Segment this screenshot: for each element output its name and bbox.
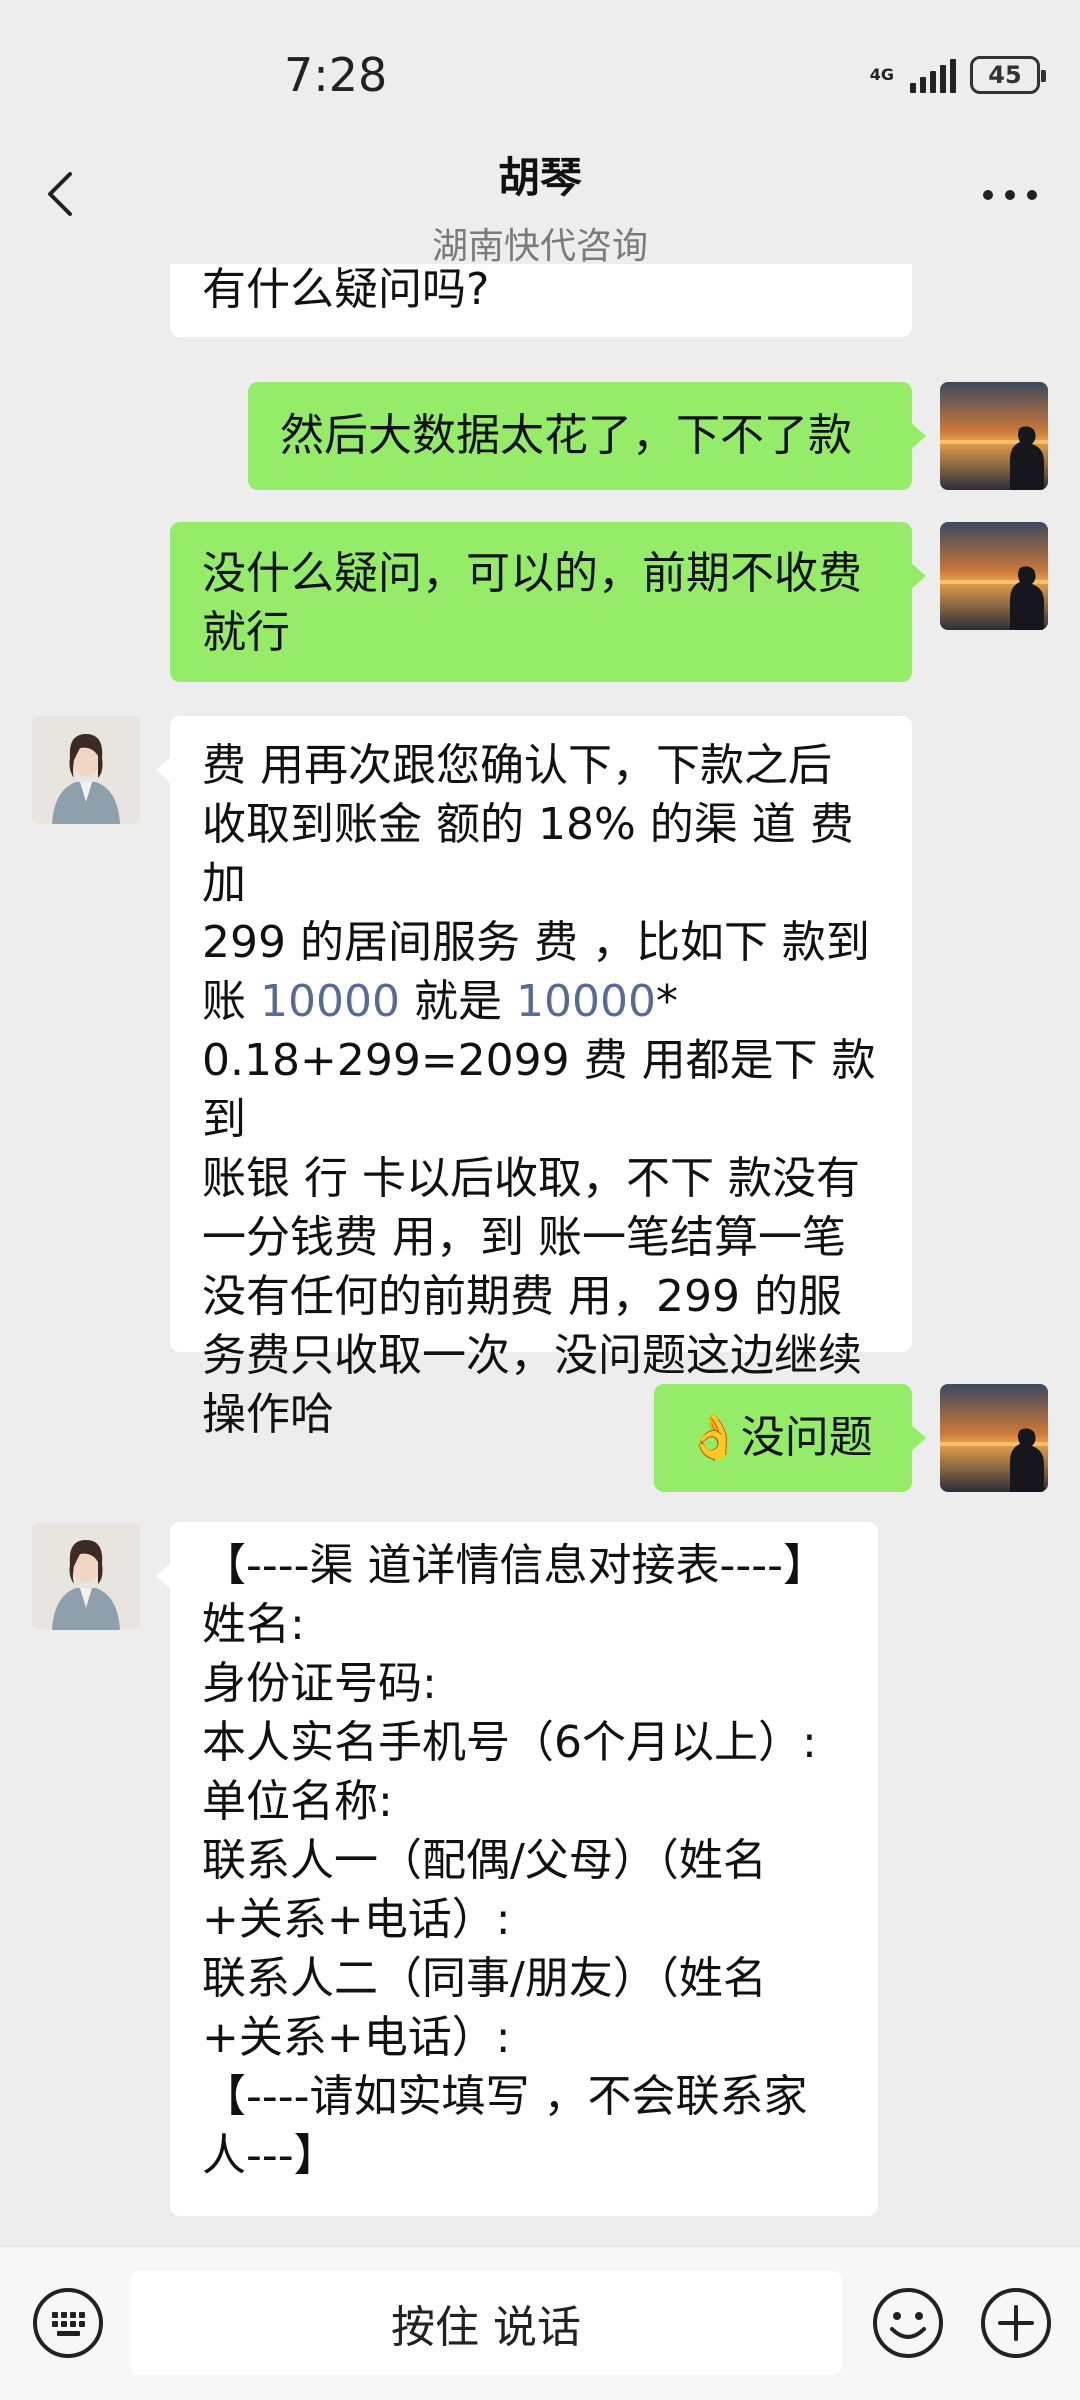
woman-portrait-image (32, 1522, 140, 1630)
woman-portrait-image (32, 716, 140, 824)
message-text-with-links: 账 10000 就是 10000* (202, 976, 678, 1027)
title-wrap: 胡琴 湖南快代咨询 (0, 144, 1080, 269)
message-bubble-incoming[interactable]: 【----渠 道详情信息对接表----】 姓名: 身份证号码: 本人实名手机号（… (156, 1522, 878, 2216)
message-text: 本人实名手机号（6个月以上）: (202, 1717, 817, 1768)
message-text: 就行 (202, 607, 290, 658)
message-text: 【----请如实填写 ，不会联系家 (202, 2071, 808, 2122)
number-link[interactable]: 10000 (260, 976, 400, 1027)
input-bar: 按住 说话 (0, 2246, 1080, 2400)
sunset-silhouette-image (940, 522, 1048, 630)
signal-icon (910, 57, 956, 93)
chat-header: 胡琴 湖南快代咨询 (0, 130, 1080, 267)
message-text: 一分钱费 用，到 账一笔结算一笔 (202, 1212, 846, 1263)
message-text: 没有任何的前期费 用，299 的服 (202, 1271, 842, 1322)
message-bubble-outgoing[interactable]: 没什么疑问，可以的，前期不收费 就行 (170, 522, 926, 682)
message-text: 务费只收取一次，没问题这边继续 (202, 1330, 862, 1381)
message-text: 人---】 (202, 2130, 338, 2181)
number-link[interactable]: 10000 (516, 976, 656, 1027)
more-functions-button[interactable] (976, 2283, 1056, 2363)
message-text: 没问题 (740, 1412, 873, 1463)
page-title: 胡琴 (497, 153, 582, 202)
emoji-icon (873, 2288, 943, 2358)
sunset-silhouette-image (940, 1384, 1048, 1492)
network-label: 4G (869, 65, 894, 84)
message-text: 有什么疑问吗? (202, 264, 490, 315)
emoji-button[interactable] (868, 2283, 948, 2363)
message-text: 账银 行 卡以后收取，不下 款没有 (202, 1153, 860, 1204)
my-avatar[interactable] (940, 382, 1048, 490)
battery-level: 45 (988, 61, 1022, 89)
message-list[interactable]: 有什么疑问吗? 然后大数据太花了，下不了款 没什么疑问，可以的，前期不收费 就行 (0, 264, 1080, 2244)
hold-to-talk-button[interactable]: 按住 说话 (130, 2271, 842, 2375)
message-text: 0.18+299=2099 费 用都是下 款到 (202, 1035, 876, 1145)
status-icons: 4G 45 (869, 56, 1046, 94)
plus-icon (981, 2288, 1051, 2358)
message-text: 收取到账金 额的 18% 的渠 道 费加 (202, 799, 854, 909)
status-time: 7:28 (284, 48, 388, 102)
keyboard-button[interactable] (28, 2283, 108, 2363)
message-text: 没什么疑问，可以的，前期不收费 (202, 548, 862, 599)
message-bubble-incoming[interactable]: 有什么疑问吗? (170, 264, 912, 337)
more-button[interactable] (970, 180, 1050, 210)
contact-avatar[interactable] (32, 1522, 140, 1630)
message-text: 299 的居间服务 费 ，比如下 款到 (202, 917, 870, 968)
message-text: 单位名称: (202, 1776, 393, 1827)
battery-icon: 45 (970, 56, 1046, 94)
message-bubble-outgoing[interactable]: 然后大数据太花了，下不了款 (248, 382, 926, 490)
message-text: 费 用再次跟您确认下，下款之后 (202, 740, 832, 791)
message-bubble-outgoing[interactable]: 👌没问题 (654, 1384, 926, 1492)
sunset-silhouette-image (940, 382, 1048, 490)
message-text: 联系人二（同事/朋友）（姓名 (202, 1953, 767, 2004)
message-text: 然后大数据太花了，下不了款 (280, 410, 852, 461)
message-text: 姓名: (202, 1599, 305, 1650)
message-text: 身份证号码: (202, 1658, 437, 1709)
my-avatar[interactable] (940, 1384, 1048, 1492)
my-avatar[interactable] (940, 522, 1048, 630)
message-text: 【----渠 道详情信息对接表----】 (202, 1540, 828, 1591)
message-text: +关系+电话）: (202, 2012, 511, 2063)
ok-hand-emoji-icon: 👌 (686, 1412, 741, 1463)
contact-avatar[interactable] (32, 716, 140, 824)
message-bubble-incoming[interactable]: 费 用再次跟您确认下，下款之后 收取到账金 额的 18% 的渠 道 费加 299… (156, 716, 912, 1440)
more-icon (983, 190, 993, 200)
page-subtitle: 湖南快代咨询 (431, 226, 648, 267)
message-text: +关系+电话）: (202, 1894, 511, 1945)
message-text: 联系人一（配偶/父母）（姓名 (202, 1835, 767, 1886)
keyboard-icon (33, 2288, 103, 2358)
